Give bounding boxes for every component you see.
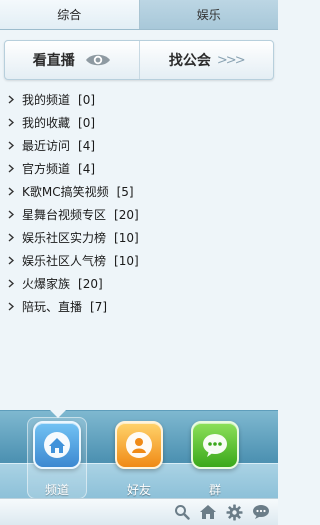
list-item[interactable]: 星舞台视频专区 [20] [0, 203, 278, 226]
list-item-count: [20] [114, 207, 139, 222]
list-item[interactable]: 我的频道 [0] [0, 88, 278, 111]
double-chevron-right-icon: >>> [216, 52, 246, 68]
list-item-label: 星舞台视频专区 [22, 208, 107, 222]
find-guild-button[interactable]: 找公会 >>> [138, 41, 274, 79]
list-item-count: [0] [78, 115, 96, 130]
bottom-dock: 频道 好友 群 [0, 410, 278, 499]
dock-selection-highlight [27, 417, 87, 499]
eye-icon [85, 52, 111, 68]
dock-group-button[interactable]: 群 [187, 421, 243, 499]
dock-group-label: 群 [208, 483, 221, 497]
list-item-label: 我的频道 [22, 93, 71, 107]
dock-channel-button[interactable]: 频道 [27, 417, 87, 499]
chevron-right-icon [6, 302, 16, 311]
watch-live-label: 看直播 [32, 53, 75, 69]
list-item-count: [5] [116, 184, 134, 199]
list-item-count: [10] [114, 230, 139, 245]
chevron-right-icon [6, 279, 16, 288]
list-item-count: [4] [78, 138, 96, 153]
list-item-label: 陪玩、直播 [22, 300, 83, 314]
watch-live-button[interactable]: 看直播 [5, 41, 139, 79]
list-item-count: [7] [90, 299, 108, 314]
gear-icon[interactable] [224, 502, 244, 522]
chevron-right-icon [6, 164, 16, 173]
list-item-label: 我的收藏 [22, 116, 71, 130]
chevron-right-icon [6, 187, 16, 196]
bottom-toolbar [0, 498, 278, 525]
tab-general-label: 综合 [57, 8, 82, 22]
list-item[interactable]: 娱乐社区人气榜 [10] [0, 249, 278, 272]
find-guild-label: 找公会 [168, 53, 211, 69]
chat-bubble-icon[interactable] [251, 502, 271, 522]
list-item[interactable]: 最近访问 [4] [0, 134, 278, 157]
list-item-count: [20] [78, 276, 103, 291]
list-item[interactable]: K歌MC搞笑视频 [5] [0, 180, 278, 203]
chevron-right-icon [6, 141, 16, 150]
list-item-count: [0] [78, 92, 96, 107]
group-chat-icon [191, 421, 239, 469]
tab-general[interactable]: 综合 [0, 0, 140, 29]
list-item[interactable]: 陪玩、直播 [7] [0, 295, 278, 318]
list-item-label: 官方频道 [22, 162, 71, 176]
list-item[interactable]: 娱乐社区实力榜 [10] [0, 226, 278, 249]
list-item-label: 娱乐社区实力榜 [22, 231, 107, 245]
chevron-right-icon [6, 95, 16, 104]
friend-icon [115, 421, 163, 469]
list-item-label: 娱乐社区人气榜 [22, 254, 107, 268]
chevron-right-icon [6, 210, 16, 219]
dock-friends-label: 好友 [126, 483, 151, 497]
list-item-label: 最近访问 [22, 139, 71, 153]
list-item[interactable]: 火爆家族 [20] [0, 272, 278, 295]
chevron-right-icon [6, 233, 16, 242]
list-item-count: [4] [78, 161, 96, 176]
channel-list: 我的频道 [0] 我的收藏 [0] 最近访问 [4] 官方频道 [4] K歌MC… [0, 88, 278, 318]
category-tabs: 综合 娱乐 [0, 0, 278, 30]
chevron-right-icon [6, 118, 16, 127]
list-item[interactable]: 官方频道 [4] [0, 157, 278, 180]
home-icon[interactable] [198, 502, 218, 522]
list-item-label: K歌MC搞笑视频 [22, 185, 109, 199]
tab-entertainment-label: 娱乐 [196, 8, 221, 22]
action-bar: 看直播 找公会 >>> [4, 40, 274, 80]
list-item-label: 火爆家族 [22, 277, 71, 291]
search-icon[interactable] [172, 502, 192, 522]
dock-friends-button[interactable]: 好友 [111, 421, 167, 499]
list-item-count: [10] [114, 253, 139, 268]
chevron-right-icon [6, 256, 16, 265]
list-item[interactable]: 我的收藏 [0] [0, 111, 278, 134]
tab-entertainment[interactable]: 娱乐 [139, 0, 278, 29]
